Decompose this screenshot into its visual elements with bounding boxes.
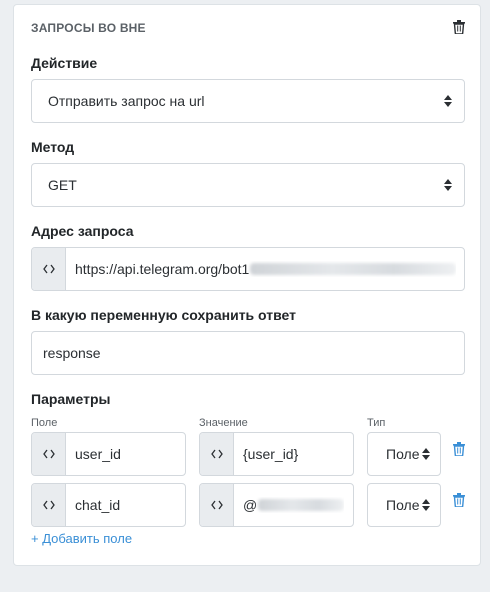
code-brackets-icon	[42, 264, 55, 274]
trash-icon[interactable]	[453, 442, 465, 456]
param-type-select[interactable]: Поле	[367, 483, 441, 527]
param-value-value: @	[243, 497, 258, 513]
col-field-label: Поле	[31, 417, 58, 429]
col-type-label: Тип	[367, 417, 386, 429]
url-input[interactable]: https://api.telegram.org/bot1	[31, 247, 465, 291]
sort-caret-icon	[444, 179, 452, 191]
code-addon	[32, 248, 66, 290]
sort-caret-icon	[422, 499, 430, 511]
param-value-input[interactable]: {user_id}	[199, 432, 354, 476]
url-label: Адрес запроса	[31, 223, 134, 239]
code-addon	[32, 433, 66, 475]
action-select[interactable]: Отправить запрос на url	[31, 79, 465, 123]
trash-icon[interactable]	[453, 493, 465, 507]
code-brackets-icon	[210, 449, 223, 459]
sort-caret-icon	[444, 95, 452, 107]
redacted-token	[250, 263, 457, 275]
code-addon	[200, 433, 234, 475]
url-input-value: https://api.telegram.org/bot1	[75, 261, 250, 277]
add-field-link[interactable]: + Добавить поле	[31, 531, 132, 546]
code-addon	[32, 484, 66, 526]
param-field-input[interactable]: user_id	[31, 432, 186, 476]
code-brackets-icon	[42, 449, 55, 459]
response-var-value: response	[43, 345, 101, 361]
param-type-value: Поле	[386, 497, 420, 513]
action-select-value: Отправить запрос на url	[48, 93, 205, 109]
method-select-value: GET	[48, 177, 77, 193]
code-brackets-icon	[210, 500, 223, 510]
method-select[interactable]: GET	[31, 163, 465, 207]
response-var-input[interactable]: response	[31, 331, 465, 375]
param-value-input[interactable]: @	[199, 483, 354, 527]
params-label: Параметры	[31, 391, 111, 407]
param-field-input[interactable]: chat_id	[31, 483, 186, 527]
response-var-label: В какую переменную сохранить ответ	[31, 307, 296, 323]
param-type-select[interactable]: Поле	[367, 432, 441, 476]
redacted-channel	[258, 499, 345, 511]
action-label: Действие	[31, 55, 98, 71]
request-card: ЗАПРОСЫ ВО ВНЕ Действие Отправить запрос…	[13, 4, 481, 566]
param-type-value: Поле	[386, 446, 420, 462]
trash-icon[interactable]	[453, 20, 465, 34]
section-title: ЗАПРОСЫ ВО ВНЕ	[31, 21, 146, 35]
sort-caret-icon	[422, 448, 430, 460]
method-label: Метод	[31, 139, 75, 155]
code-brackets-icon	[42, 500, 55, 510]
code-addon	[200, 484, 234, 526]
col-value-label: Значение	[199, 417, 248, 429]
